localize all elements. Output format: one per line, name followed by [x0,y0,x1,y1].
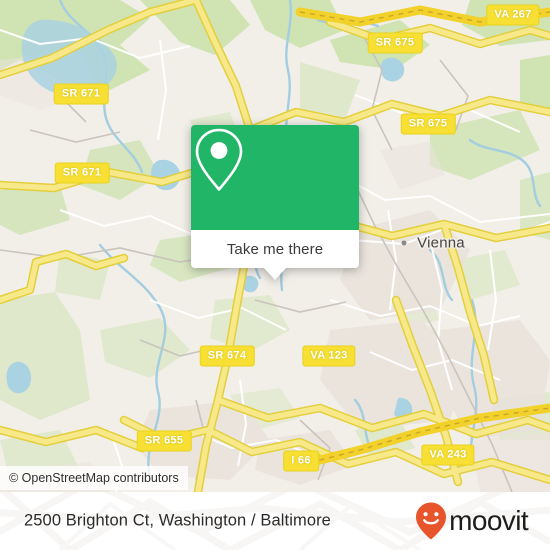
place-marker-dot [401,240,407,246]
road-shield-va-123[interactable]: VA 123 [302,345,356,367]
map-screenshot: Vienna VA 267 SR 675 SR 671 SR 675 SR 67… [0,0,550,550]
moovit-wordmark: moovit [449,505,528,536]
moovit-logo[interactable]: moovit [414,501,529,541]
road-shield-i-66[interactable]: I 66 [283,450,319,472]
popup-action-row[interactable]: Take me there [191,230,359,280]
map-canvas[interactable]: Vienna VA 267 SR 675 SR 671 SR 675 SR 67… [0,0,550,492]
road-shield-va-243[interactable]: VA 243 [421,444,475,466]
place-label-vienna: Vienna [417,234,465,252]
location-popup-card[interactable]: Take me there [191,125,359,280]
road-shield-sr-675-north[interactable]: SR 675 [367,32,423,54]
moovit-smiley-pin-icon [416,502,447,540]
location-address: 2500 Brighton Ct, Washington / Baltimore [24,511,331,530]
map-pin-icon [195,128,243,191]
popup-pointer-tail [263,267,287,280]
road-shield-sr-674[interactable]: SR 674 [199,345,255,367]
road-shield-va-267[interactable]: VA 267 [486,4,540,26]
map-attribution[interactable]: © OpenStreetMap contributors [0,466,188,490]
road-shield-sr-655[interactable]: SR 655 [136,430,192,452]
attribution-text: © OpenStreetMap contributors [9,471,179,485]
road-shield-sr-671-south[interactable]: SR 671 [54,162,110,184]
road-shield-sr-671-north[interactable]: SR 671 [53,83,109,105]
popup-header [191,125,359,230]
take-me-there-label: Take me there [226,240,324,258]
footer-bar: 2500 Brighton Ct, Washington / Baltimore… [0,492,550,550]
road-shield-sr-675-east[interactable]: SR 675 [400,113,456,135]
